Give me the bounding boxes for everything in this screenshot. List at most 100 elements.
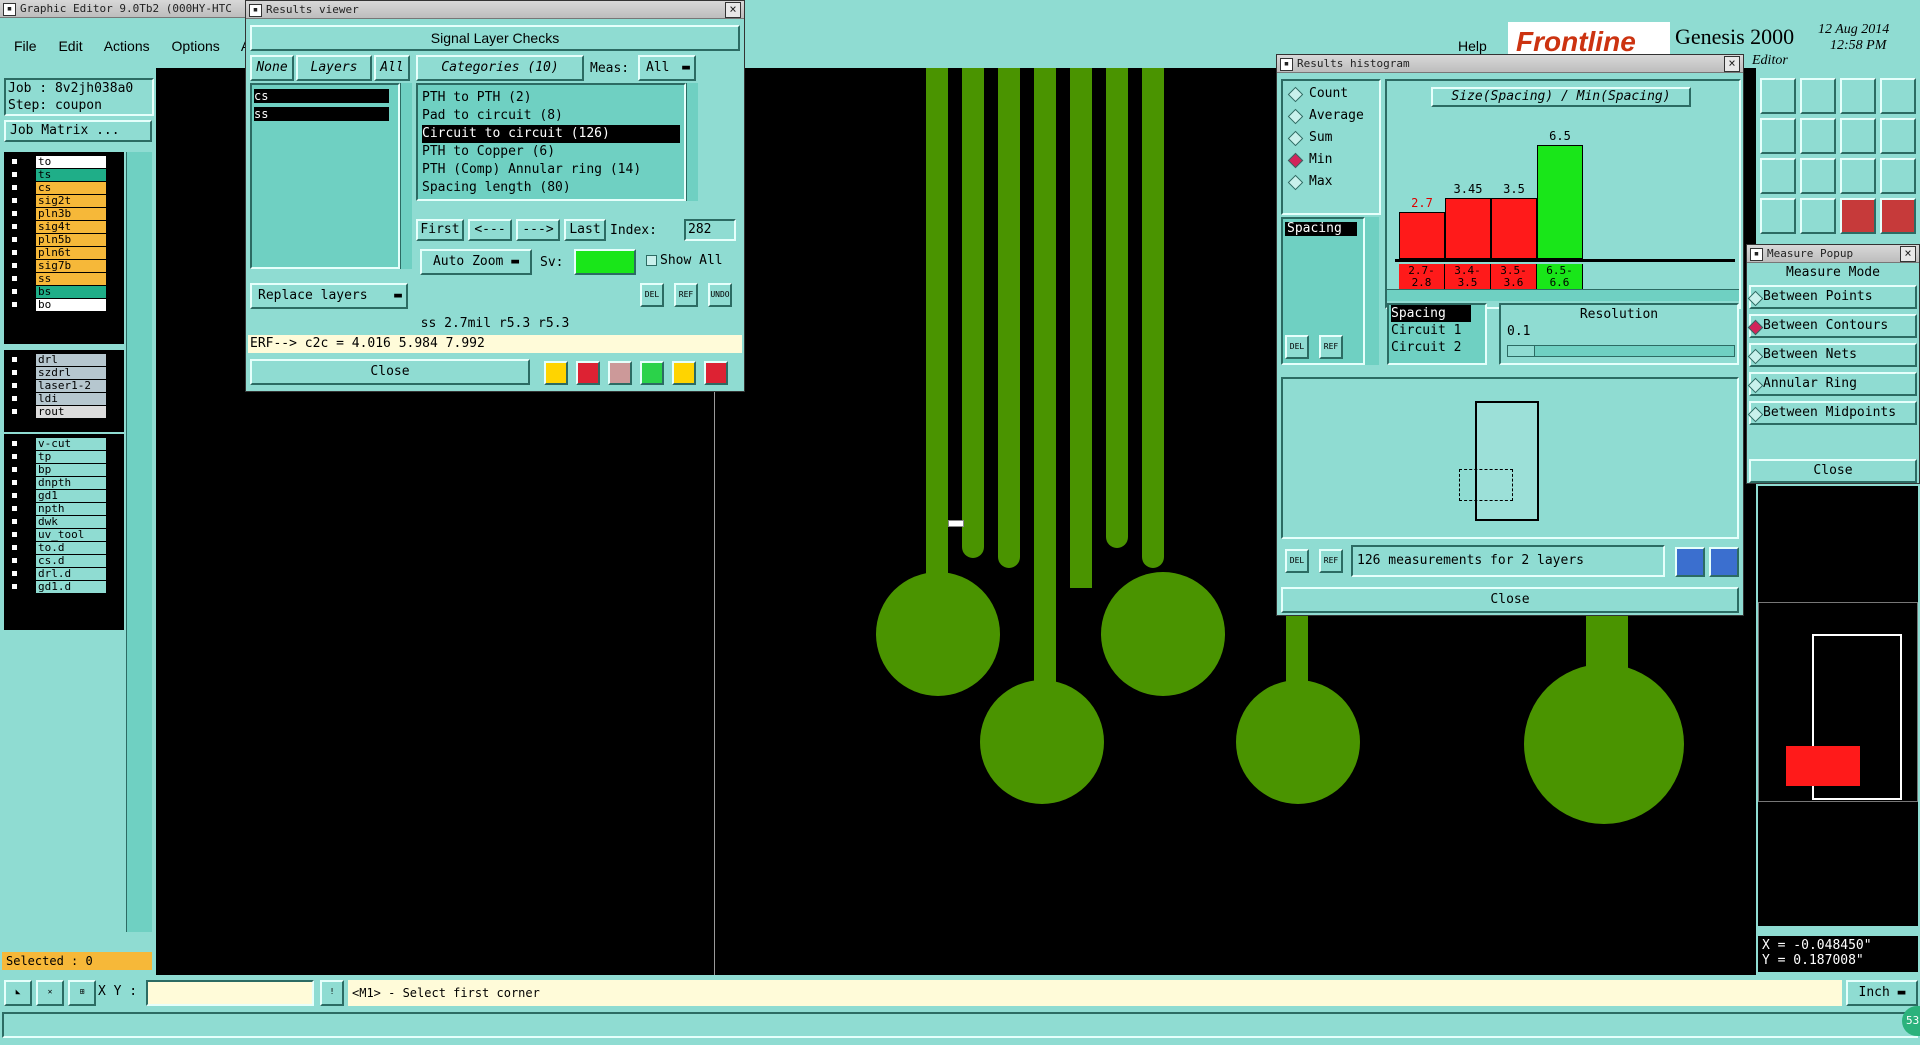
category-list[interactable]: PTH to PTH (2) Pad to circuit (8) Circuit …	[416, 83, 686, 201]
nav-prev-button[interactable]: <---	[468, 219, 512, 241]
layer-row-sig7b[interactable]: sig7b	[10, 260, 106, 273]
layer-checkbox[interactable]	[10, 394, 19, 403]
tools-icon[interactable]	[1880, 198, 1916, 234]
layer-checkbox[interactable]	[10, 530, 19, 539]
layer-row-to[interactable]: to	[10, 156, 106, 169]
attribute-scrollbar[interactable]	[1365, 217, 1379, 365]
number-icon[interactable]	[640, 361, 664, 385]
layer-row-dnpth[interactable]: dnpth	[10, 477, 106, 490]
layer-name[interactable]: drl.d	[36, 568, 106, 580]
category-list-scrollbar[interactable]	[686, 83, 698, 201]
ratio-icon[interactable]	[1840, 158, 1876, 194]
report-icon[interactable]	[672, 361, 696, 385]
layer-checkbox[interactable]	[10, 504, 19, 513]
layer-checkbox[interactable]	[10, 439, 19, 448]
layer-name[interactable]: to	[36, 156, 106, 168]
units-select[interactable]: Inch ▬	[1846, 980, 1918, 1006]
draw-icon[interactable]: ✕	[36, 980, 64, 1006]
layer-name[interactable]: sig4t	[36, 221, 106, 233]
layer-checkbox[interactable]	[10, 478, 19, 487]
cross-icon[interactable]	[608, 361, 632, 385]
blank-icon[interactable]	[1800, 198, 1836, 234]
attribute-item[interactable]: Spacing	[1285, 222, 1357, 236]
menu-file[interactable]: File	[14, 38, 37, 54]
job-matrix-button[interactable]: Job Matrix ...	[4, 120, 152, 142]
layer-row-ss[interactable]: ss	[10, 273, 106, 286]
ref-button[interactable]: REF	[1319, 335, 1343, 359]
center-icon[interactable]	[1800, 158, 1836, 194]
close-icon[interactable]: ×	[1724, 56, 1740, 72]
layer-name[interactable]: ts	[36, 169, 106, 181]
menu-help[interactable]: Help	[1458, 38, 1487, 54]
command-line[interactable]	[2, 1012, 1918, 1038]
layer-list[interactable]: cs ss	[250, 83, 400, 269]
histogram-bar[interactable]	[1491, 198, 1537, 259]
histogram-bar[interactable]	[1537, 145, 1583, 259]
ref-button[interactable]: REF	[1319, 549, 1343, 573]
histogram-bar[interactable]	[1445, 198, 1491, 259]
layer-row-bs[interactable]: bs	[10, 286, 106, 299]
download-icon[interactable]	[1800, 78, 1836, 114]
category-item[interactable]: PTH (Comp) Annular ring (14)	[422, 161, 680, 179]
layer-name[interactable]: gd1	[36, 490, 106, 502]
ref-button[interactable]: REF	[674, 283, 698, 307]
layer-checkbox[interactable]	[10, 407, 19, 416]
layer-checkbox[interactable]	[10, 491, 19, 500]
layer-name[interactable]: v-cut	[36, 438, 106, 450]
mode-radio-min[interactable]: Min	[1287, 151, 1377, 169]
layer-checkbox[interactable]	[10, 355, 19, 364]
index-input[interactable]: 282	[684, 219, 736, 241]
category-item[interactable]: PTH to PTH (2)	[422, 89, 680, 107]
sv-color-select[interactable]	[574, 249, 636, 275]
xy-input[interactable]	[146, 980, 314, 1006]
category-item[interactable]: PTH to Copper (6)	[422, 143, 680, 161]
layer-checkbox[interactable]	[10, 170, 19, 179]
layer-row-bo[interactable]: bo	[10, 299, 106, 312]
layer-row-tp[interactable]: tp	[10, 451, 106, 464]
layer-name[interactable]: laser1-2	[36, 380, 106, 392]
layer-checkbox[interactable]	[10, 274, 19, 283]
layer-row-ts[interactable]: ts	[10, 169, 106, 182]
layer-checkbox[interactable]	[10, 300, 19, 309]
drc-icon[interactable]	[1840, 198, 1876, 234]
layer-name[interactable]: dwk	[36, 516, 106, 528]
del-button[interactable]: DEL	[640, 283, 664, 307]
export-icon[interactable]	[1675, 547, 1705, 577]
snap-icon[interactable]: ⊞	[68, 980, 96, 1006]
undo-button[interactable]: UNDO	[708, 283, 732, 307]
layer-name[interactable]: pln6t	[36, 247, 106, 259]
import-icon[interactable]	[1760, 118, 1796, 154]
meas-select[interactable]: All ▬	[638, 55, 696, 81]
layer-row-v-cut[interactable]: v-cut	[10, 438, 106, 451]
criteria-list[interactable]: Spacing Circuit 1 Circuit 2	[1387, 303, 1487, 365]
settings-icon[interactable]	[1760, 198, 1796, 234]
histogram-bar[interactable]	[1399, 212, 1445, 259]
layer-checkbox[interactable]	[10, 569, 19, 578]
layer-name[interactable]: cs.d	[36, 555, 106, 567]
measure-close-button[interactable]: Close	[1749, 459, 1917, 483]
layers-none-button[interactable]: None	[250, 55, 294, 81]
close-icon[interactable]: ×	[1900, 246, 1916, 262]
mode-radio-count[interactable]: Count	[1287, 85, 1377, 103]
layer-name[interactable]: uv_tool	[36, 529, 106, 541]
layer-name[interactable]: rout	[36, 406, 106, 418]
layer-name[interactable]: szdrl	[36, 367, 106, 379]
category-item[interactable]: Spacing length (80)	[422, 179, 680, 197]
layer-name[interactable]: ss	[36, 273, 106, 285]
resolution-slider[interactable]	[1507, 345, 1735, 357]
layer-name[interactable]: dnpth	[36, 477, 106, 489]
measure-option[interactable]: Between Midpoints	[1747, 401, 1917, 425]
layer-checkbox[interactable]	[10, 183, 19, 192]
layer-name[interactable]: pln3b	[36, 208, 106, 220]
mode-radio-sum[interactable]: Sum	[1287, 129, 1377, 147]
category-item[interactable]: Circuit to circuit (126)	[422, 125, 680, 143]
del-button[interactable]: DEL	[1285, 335, 1309, 359]
merge-icon[interactable]	[1840, 118, 1876, 154]
layer-row-rout[interactable]: rout	[10, 406, 106, 419]
histogram-icon[interactable]	[704, 361, 728, 385]
mini-map[interactable]	[1758, 486, 1918, 926]
fit-icon[interactable]	[1760, 158, 1796, 194]
layer-name[interactable]: bo	[36, 299, 106, 311]
layer-checkbox[interactable]	[10, 209, 19, 218]
layer-checkbox[interactable]	[10, 196, 19, 205]
